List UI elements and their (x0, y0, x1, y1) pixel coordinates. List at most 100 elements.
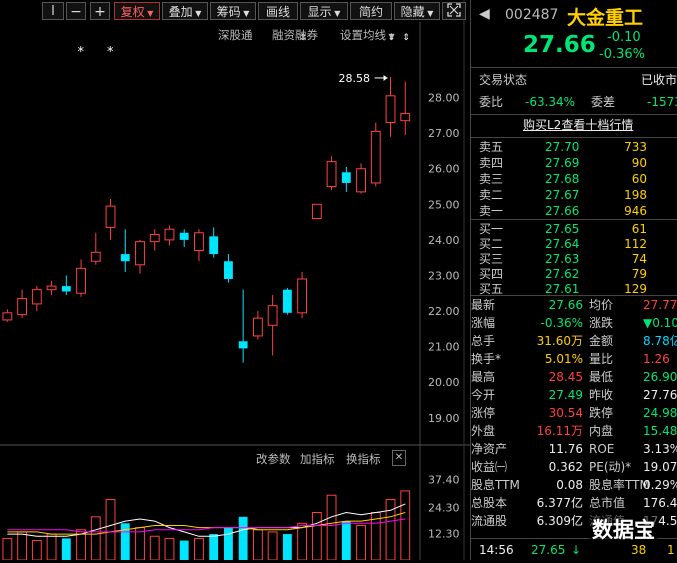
event-star-icon: * (107, 45, 114, 60)
divider (471, 114, 677, 115)
l2-upgrade-link[interactable]: 购买L2查看十档行情 (523, 117, 633, 134)
volume-bar-up (400, 490, 411, 561)
stat-label: 涨跌 (589, 316, 614, 330)
hk-connect-link[interactable]: 深股通 (218, 27, 253, 43)
ask-row[interactable]: 卖五 27.70 733 (471, 139, 677, 156)
display-button[interactable]: 显示 ▼ (300, 2, 348, 20)
add-indicator-link[interactable]: 加指标 (300, 451, 335, 467)
event-star-icon: * (78, 45, 85, 60)
zoom-out-button[interactable]: − (66, 2, 86, 20)
volume-bar-up (90, 516, 101, 561)
candle-body-down (341, 172, 351, 183)
overlay-button[interactable]: 叠加 ▼ (162, 2, 208, 20)
price-change: -0.10 (607, 30, 641, 45)
stat-label: 金额 (589, 334, 614, 348)
kline-svg[interactable]: 28.00 27.00 26.00 25.00 24.00 23.00 22.00 21.00… (0, 0, 470, 561)
candle-body-up (356, 168, 366, 193)
volume-bar-up (252, 529, 263, 561)
stat-row: 外盘 16.11万内盘 15.48万 (471, 423, 677, 440)
hide-button[interactable]: 隐藏 ▼ (394, 2, 440, 20)
draw-line-button[interactable]: 画线 (258, 2, 298, 20)
candle-body-up (135, 241, 145, 266)
weicha-label: 委差 (591, 95, 616, 109)
fuquan-label: 复权 (120, 5, 145, 19)
candle-body-down (179, 232, 189, 240)
stat-row: 最新 27.66 均价 27.77 (471, 297, 677, 314)
ask-volume: 946 (624, 204, 647, 218)
close-icon[interactable]: ✕ (392, 450, 406, 466)
stat-row: 净资产 11.76 ROE 3.13% (471, 441, 677, 458)
stat-row: 总手 31.60万金额 8.78亿 (471, 333, 677, 350)
fullscreen-icon[interactable] (442, 2, 466, 20)
candle-body-up (105, 205, 116, 228)
volume-bar-up (326, 494, 337, 561)
volume-bar-up (164, 537, 175, 561)
switch-indicator-link[interactable]: 换指标 (346, 451, 381, 467)
stat-label: 最新 (471, 298, 496, 312)
price-tick-label: 25.00 (428, 198, 460, 211)
volume-bar-up (194, 537, 204, 561)
tick-arrow: ↓ (571, 543, 582, 557)
dropdown-arrow-icon: ▼ (144, 9, 154, 18)
stat-value: 6.377亿 (536, 496, 583, 510)
menu-icon[interactable] (42, 2, 64, 20)
ask-row[interactable]: 卖四 27.69 90 (471, 155, 677, 172)
stat-value: 15.48万 (643, 424, 677, 438)
kline-chart-area[interactable]: 28.00 27.00 26.00 25.00 24.00 23.00 22.00 21.00… (0, 0, 470, 561)
ma-settings-link[interactable]: 设置均线 ▼ (340, 27, 395, 43)
candle-body-up (400, 113, 411, 122)
volume-bar-down (179, 540, 189, 560)
stat-row: 涨幅 -0.36% 涨跌 ▼0.10 (471, 315, 677, 332)
chips-label: 筹码 (216, 5, 241, 19)
candle-body-up (370, 130, 381, 184)
stat-value: 27.77 (643, 298, 677, 312)
ask-row[interactable]: 卖二 27.67 198 (471, 187, 677, 204)
stat-value: 26.90 (643, 370, 677, 384)
volume-bar-up (17, 531, 28, 561)
stat-row: 今开 27.49 昨收 27.76 (471, 387, 677, 404)
chips-button[interactable]: 筹码 ▼ (210, 2, 256, 20)
stat-label: 跌停 (589, 406, 614, 420)
price-tick-label: 28.00 (428, 92, 460, 105)
ask-row[interactable]: 卖一 27.66 946 (471, 203, 677, 220)
stat-value: 16.11万 (536, 424, 583, 438)
stat-label: 量比 (589, 352, 614, 366)
stat-value: 0.29% (643, 478, 677, 492)
stat-value: ▼0.10 (643, 316, 677, 330)
stat-label: 总手 (471, 334, 496, 348)
divider (471, 67, 677, 68)
weicha-value: -1573 (647, 95, 677, 109)
simple-button[interactable]: 简约 (350, 2, 392, 20)
volume-bar-down (224, 527, 233, 560)
candle-body-up (252, 317, 263, 337)
volume-bar-up (149, 535, 160, 561)
price-tick-label: 22.00 (428, 305, 460, 318)
volume-bar-down (61, 538, 71, 560)
change-params-link[interactable]: 改参数 (256, 451, 291, 467)
volume-tick-label: 24.30 (428, 502, 460, 515)
zoom-in-button[interactable]: + (90, 2, 110, 20)
candle-body-up (267, 305, 278, 326)
price-tick-label: 21.00 (428, 341, 460, 354)
stat-value: 27.49 (548, 388, 583, 402)
ask-volume: 733 (624, 140, 647, 154)
candle-body-up (90, 251, 101, 262)
volume-bar-down (120, 523, 130, 560)
ask-label: 卖四 (479, 156, 504, 170)
candle-body-up (311, 203, 322, 220)
price-change-pct: -0.36% (599, 47, 645, 62)
stat-value: 31.60万 (536, 334, 583, 348)
ask-row[interactable]: 卖三 27.68 60 (471, 171, 677, 188)
stat-label: 总股本 (471, 496, 508, 510)
fuquan-button[interactable]: 复权 ▼ (114, 2, 160, 20)
stat-label: 内盘 (589, 424, 614, 438)
dropdown-arrow-icon: ▼ (424, 9, 434, 18)
back-arrow-icon[interactable]: ◀ (479, 6, 490, 22)
margin-link[interactable]: 融资融券 (272, 27, 318, 43)
stock-name: 大金重工 (567, 7, 644, 29)
hide-label: 隐藏 (400, 5, 425, 19)
candle-body-up (31, 289, 42, 305)
stat-label: 最低 (589, 370, 614, 384)
tick-volume: 38 (631, 543, 647, 557)
volume-bar-up (135, 527, 145, 561)
